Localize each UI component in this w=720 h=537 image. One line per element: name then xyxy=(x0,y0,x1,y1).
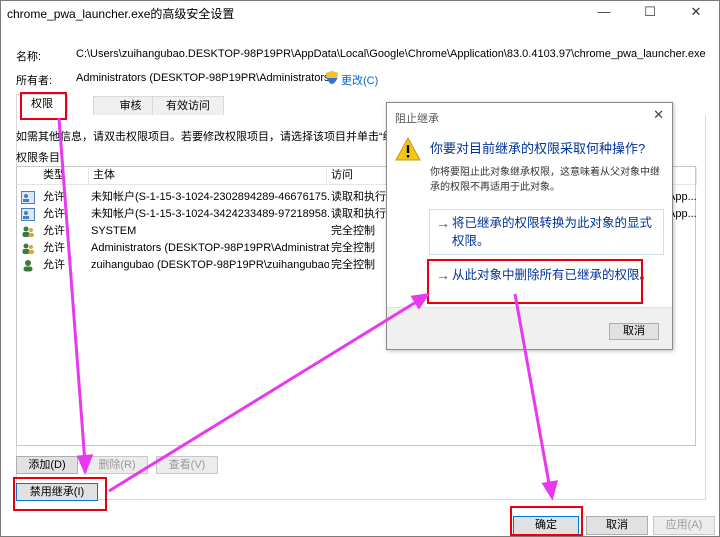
dialog-title: 阻止继承 xyxy=(395,113,439,125)
single-user-icon xyxy=(21,259,35,272)
row-principal: 未知帐户(S-1-15-3-1024-3424233489-97218958..… xyxy=(91,208,329,220)
change-owner-link[interactable]: 更改(C) xyxy=(341,72,378,88)
owner-label: 所有者: xyxy=(16,75,53,87)
apply-button[interactable]: 应用(A) xyxy=(653,516,715,535)
row-type: 允许 xyxy=(43,225,65,237)
warning-icon xyxy=(395,136,421,164)
disable-inheritance-button[interactable]: 禁用继承(I) xyxy=(16,483,98,501)
option-convert-label: 将已继承的权限转换为此对象的显式权限。 xyxy=(452,216,653,248)
tab-permissions[interactable]: 权限 xyxy=(16,94,68,116)
dialog-close-button[interactable]: ✕ xyxy=(653,107,664,123)
row-principal: 未知帐户(S-1-15-3-1024-2302894289-46676175..… xyxy=(91,191,329,203)
column-type[interactable]: 类型 xyxy=(39,167,89,185)
row-type: 允许 xyxy=(43,259,65,271)
ok-button[interactable]: 确定 xyxy=(513,516,579,535)
remove-button[interactable]: 删除(R) xyxy=(86,456,148,474)
name-label: 名称: xyxy=(16,51,42,63)
row-type: 允许 xyxy=(43,191,65,203)
title-bar: chrome_pwa_launcher.exe的高级安全设置 — ☐ ✕ xyxy=(1,1,719,25)
row-principal: zuihangubao (DESKTOP-98P19PR\zuihangubao… xyxy=(91,259,329,271)
row-type: 允许 xyxy=(43,208,65,220)
row-type: 允许 xyxy=(43,242,65,254)
row-principal: SYSTEM xyxy=(91,225,137,237)
option-remove-label: 从此对象中删除所有已继承的权限。 xyxy=(452,268,653,282)
entries-label: 权限条目: xyxy=(16,152,64,164)
minimize-button[interactable]: — xyxy=(581,1,627,25)
group-users-icon xyxy=(21,242,35,255)
convert-inherited-option[interactable]: → 将已继承的权限转换为此对象的显式权限。 xyxy=(429,209,664,255)
dialog-cancel-button[interactable]: 取消 xyxy=(609,323,659,340)
block-inheritance-dialog: 阻止继承 ✕ 你要对目前继承的权限采取何种操作? 你将要阻止此对象继承权限，这意… xyxy=(386,102,673,350)
instructions-text: 如需其他信息，请双击权限项目。若要修改权限项目，请选择该项目并单击“编辑 xyxy=(16,131,405,143)
column-principal[interactable]: 主体 xyxy=(89,167,327,185)
unknown-user-icon xyxy=(21,191,35,204)
unknown-user-icon xyxy=(21,208,35,221)
group-users-icon xyxy=(21,225,35,238)
dialog-question: 你要对目前继承的权限采取何种操作? xyxy=(430,141,646,156)
arrow-right-icon: → xyxy=(436,267,450,283)
owner-value: Administrators (DESKTOP-98P19PR\Administ… xyxy=(76,72,334,84)
row-principal: Administrators (DESKTOP-98P19PR\Administ… xyxy=(91,242,329,254)
close-button[interactable]: ✕ xyxy=(673,1,719,25)
name-value: C:\Users\zuihangubao.DESKTOP-98P19PR\App… xyxy=(76,48,706,60)
advanced-security-window: chrome_pwa_launcher.exe的高级安全设置 — ☐ ✕ 名称:… xyxy=(0,0,720,537)
maximize-button[interactable]: ☐ xyxy=(627,1,673,25)
view-button[interactable]: 查看(V) xyxy=(156,456,218,474)
cancel-button[interactable]: 取消 xyxy=(586,516,648,535)
shield-icon xyxy=(325,70,339,88)
add-button[interactable]: 添加(D) xyxy=(16,456,78,474)
arrow-right-icon: → xyxy=(436,215,450,231)
remove-inherited-option[interactable]: → 从此对象中删除所有已继承的权限。 xyxy=(429,261,664,289)
window-title: chrome_pwa_launcher.exe的高级安全设置 xyxy=(7,7,235,21)
dialog-description: 你将要阻止此对象继承权限，这意味着从父对象中继承的权限不再适用于此对象。 xyxy=(430,167,660,193)
tab-effective-access[interactable]: 有效访问 xyxy=(152,96,224,115)
